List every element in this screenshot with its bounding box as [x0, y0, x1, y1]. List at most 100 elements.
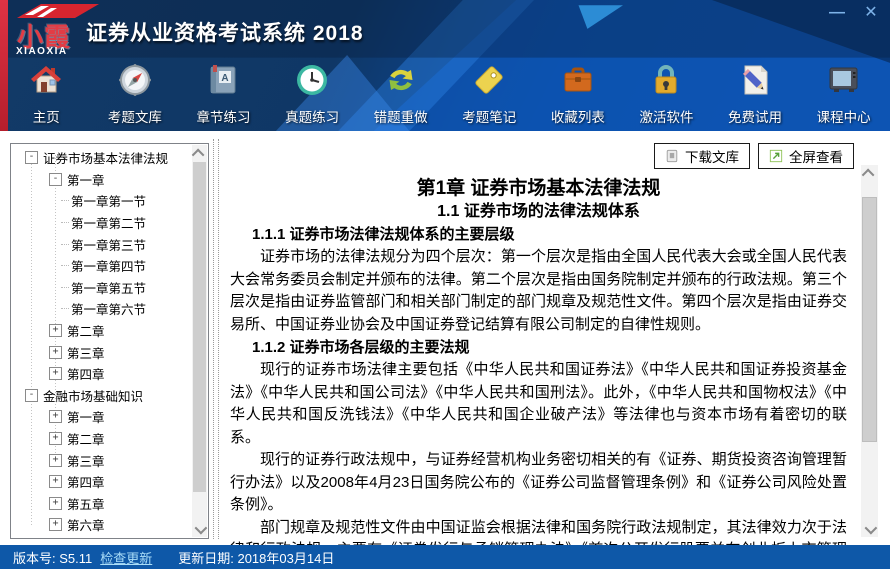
toolbar-item-4[interactable]: 真题练习 [268, 62, 357, 128]
tree-connector [61, 222, 69, 224]
status-bar: 版本号: S5.11 检查更新 更新日期: 2018年03月14日 [0, 545, 890, 569]
tv-icon [826, 62, 862, 103]
scroll-up-icon[interactable] [191, 145, 207, 161]
book-icon: A [205, 62, 241, 103]
tree-node[interactable]: - 证券市场基本法律法规 [11, 147, 192, 169]
tree-node[interactable]: - 金融市场基础知识 [11, 385, 192, 407]
tree-node-label: 第一章第四节 [71, 260, 147, 275]
tree-node-label: 第二章 [67, 433, 105, 448]
scroll-down-icon[interactable] [861, 521, 878, 537]
tree-node-label: 第一章第一节 [71, 195, 147, 210]
expand-icon[interactable]: + [49, 496, 62, 510]
expand-icon[interactable]: + [49, 453, 62, 467]
collapse-icon[interactable]: - [25, 151, 38, 165]
panel-splitter[interactable] [213, 139, 219, 539]
scroll-down-icon[interactable] [192, 521, 208, 537]
tree-node[interactable]: + 第三章 [11, 449, 192, 471]
chapter-tree-panel: - 证券市场基本法律法规 - 第一章 第一章第一节 第一章第二节 第一章第三节 第一章第四节第… [10, 143, 209, 539]
tree-node[interactable]: + 第三章 [11, 341, 192, 363]
tree-node-label: 第一章 [67, 173, 105, 188]
toolbar-item-5[interactable]: 错题重做 [356, 62, 445, 128]
tree-node[interactable]: + 第一章 [11, 406, 192, 428]
toolbar-item-8[interactable]: 激活软件 [622, 62, 711, 128]
update-date-label: 更新日期: 2018年03月14日 [178, 550, 335, 566]
tree-scrollbar-thumb[interactable] [193, 162, 206, 492]
tree-node[interactable]: 第一章第五节 [11, 277, 192, 299]
version-label: 版本号: S5.11 [13, 550, 93, 566]
tree-node[interactable]: + 第四章 [11, 471, 192, 493]
tree-node[interactable]: 第一章第二节 [11, 212, 192, 234]
toolbar-item-3[interactable]: A 章节练习 [179, 62, 268, 128]
fullscreen-view-button[interactable]: 全屏查看 [758, 143, 854, 169]
expand-icon[interactable]: + [49, 518, 62, 532]
expand-icon[interactable]: + [49, 324, 62, 338]
tree-node[interactable]: + 第二章 [11, 428, 192, 450]
document-icon [666, 149, 678, 163]
tree-node[interactable]: + 第五章 [11, 493, 192, 515]
expand-icon[interactable]: + [49, 367, 62, 381]
doc-paragraph: 部门规章及规范性文件由中国证监会根据法律和国务院行政法规制定，其法律效力次于法律… [230, 518, 847, 546]
tree-connector [61, 308, 69, 310]
toolbar-item-7[interactable]: 收藏列表 [534, 62, 623, 128]
tree-node-label: 第三章 [67, 454, 105, 469]
toolbar-item-9[interactable]: 免费试用 [711, 62, 800, 128]
toolbar-item-6[interactable]: 考题笔记 [445, 62, 534, 128]
collapse-icon[interactable]: - [25, 388, 38, 402]
tree-node[interactable]: + 第六章 [11, 514, 192, 536]
toolbar-item-2[interactable]: 考题文库 [91, 62, 180, 128]
collapse-icon[interactable]: - [49, 172, 62, 186]
toolbar-item-label: 考题笔记 [462, 110, 517, 125]
toolbar-item-1[interactable]: 主页 [2, 62, 91, 128]
lock-icon [648, 62, 684, 103]
fullscreen-view-label: 全屏查看 [789, 150, 843, 165]
expand-icon[interactable]: + [49, 432, 62, 446]
toolbar-item-label: 课程中心 [816, 110, 871, 125]
tree-node[interactable]: 第一章第一节 [11, 190, 192, 212]
tree-node-label: 第一章第六节 [71, 303, 147, 318]
minimize-button[interactable]: — [826, 2, 848, 24]
expand-icon[interactable]: + [49, 410, 62, 424]
tree-node-label: 第五章 [67, 497, 105, 512]
download-library-button[interactable]: 下载文库 [654, 143, 750, 169]
close-button[interactable]: ✕ [860, 2, 882, 24]
toolbar-item-10[interactable]: 课程中心 [799, 62, 888, 128]
tag-icon [471, 62, 507, 103]
expand-icon[interactable]: + [49, 345, 62, 359]
svg-text:A: A [222, 73, 229, 84]
tree-node[interactable]: + 第四章 [11, 363, 192, 385]
window-title: 证券从业资格考试系统 2018 [86, 22, 364, 45]
toolbar-item-label: 考题文库 [107, 110, 162, 125]
chapter-title: 第1章 证券市场基本法律法规 [416, 178, 661, 199]
title-bar: 小霞 XIAOXIA 证券从业资格考试系统 2018 — ✕ 主页 考题文库 A 章节… [0, 0, 890, 131]
tree-node-label: 第四章 [67, 368, 105, 383]
document-body: 第1章 证券市场基本法律法规 1.1 证券市场的法律法规体系 1.1.1 证券市… [230, 172, 847, 545]
expand-icon[interactable]: + [49, 475, 62, 489]
tree-node[interactable]: 第一章第六节 [11, 298, 192, 320]
tree-scrollbar[interactable] [191, 145, 208, 537]
doc-paragraph: 现行的证券市场法律主要包括《中华人民共和国证券法》《中华人民共和国证券投资基金法… [230, 361, 847, 446]
toolbar-item-label: 章节练习 [196, 110, 251, 125]
tree-connector [61, 265, 69, 267]
content-scrollbar[interactable] [861, 165, 878, 537]
pencil-icon [737, 62, 773, 103]
doc-paragraph: 证券市场的法律法规分为四个层次：第一个层次是指由全国人民代表大会或全国人民代表大… [230, 248, 847, 333]
tree-node[interactable]: 第一章第四节 [11, 255, 192, 277]
recycle-icon [383, 62, 419, 103]
toolbar-item-label: 收藏列表 [550, 110, 605, 125]
home-icon [28, 62, 64, 103]
section-title: 1.1 证券市场的法律法规体系 [437, 203, 640, 220]
briefcase-icon [560, 62, 596, 103]
tree-node[interactable]: - 第一章 [11, 169, 192, 191]
toolbar-item-label: 激活软件 [639, 110, 694, 125]
tree-node[interactable]: + 第二章 [11, 320, 192, 342]
scroll-up-icon[interactable] [861, 165, 878, 181]
tree-connector [61, 243, 69, 245]
tree-connector [61, 286, 69, 288]
toolbar-item-label: 主页 [32, 110, 60, 125]
main-area: - 证券市场基本法律法规 - 第一章 第一章第一节 第一章第二节 第一章第三节 第一章第四节第… [0, 131, 890, 545]
logo-subtext: XIAOXIA [16, 46, 68, 57]
tree-node[interactable]: 第一章第三节 [11, 233, 192, 255]
content-scrollbar-thumb[interactable] [862, 197, 877, 442]
check-update-link[interactable]: 检查更新 [100, 548, 152, 567]
tree-node-label: 第一章第五节 [71, 281, 147, 296]
